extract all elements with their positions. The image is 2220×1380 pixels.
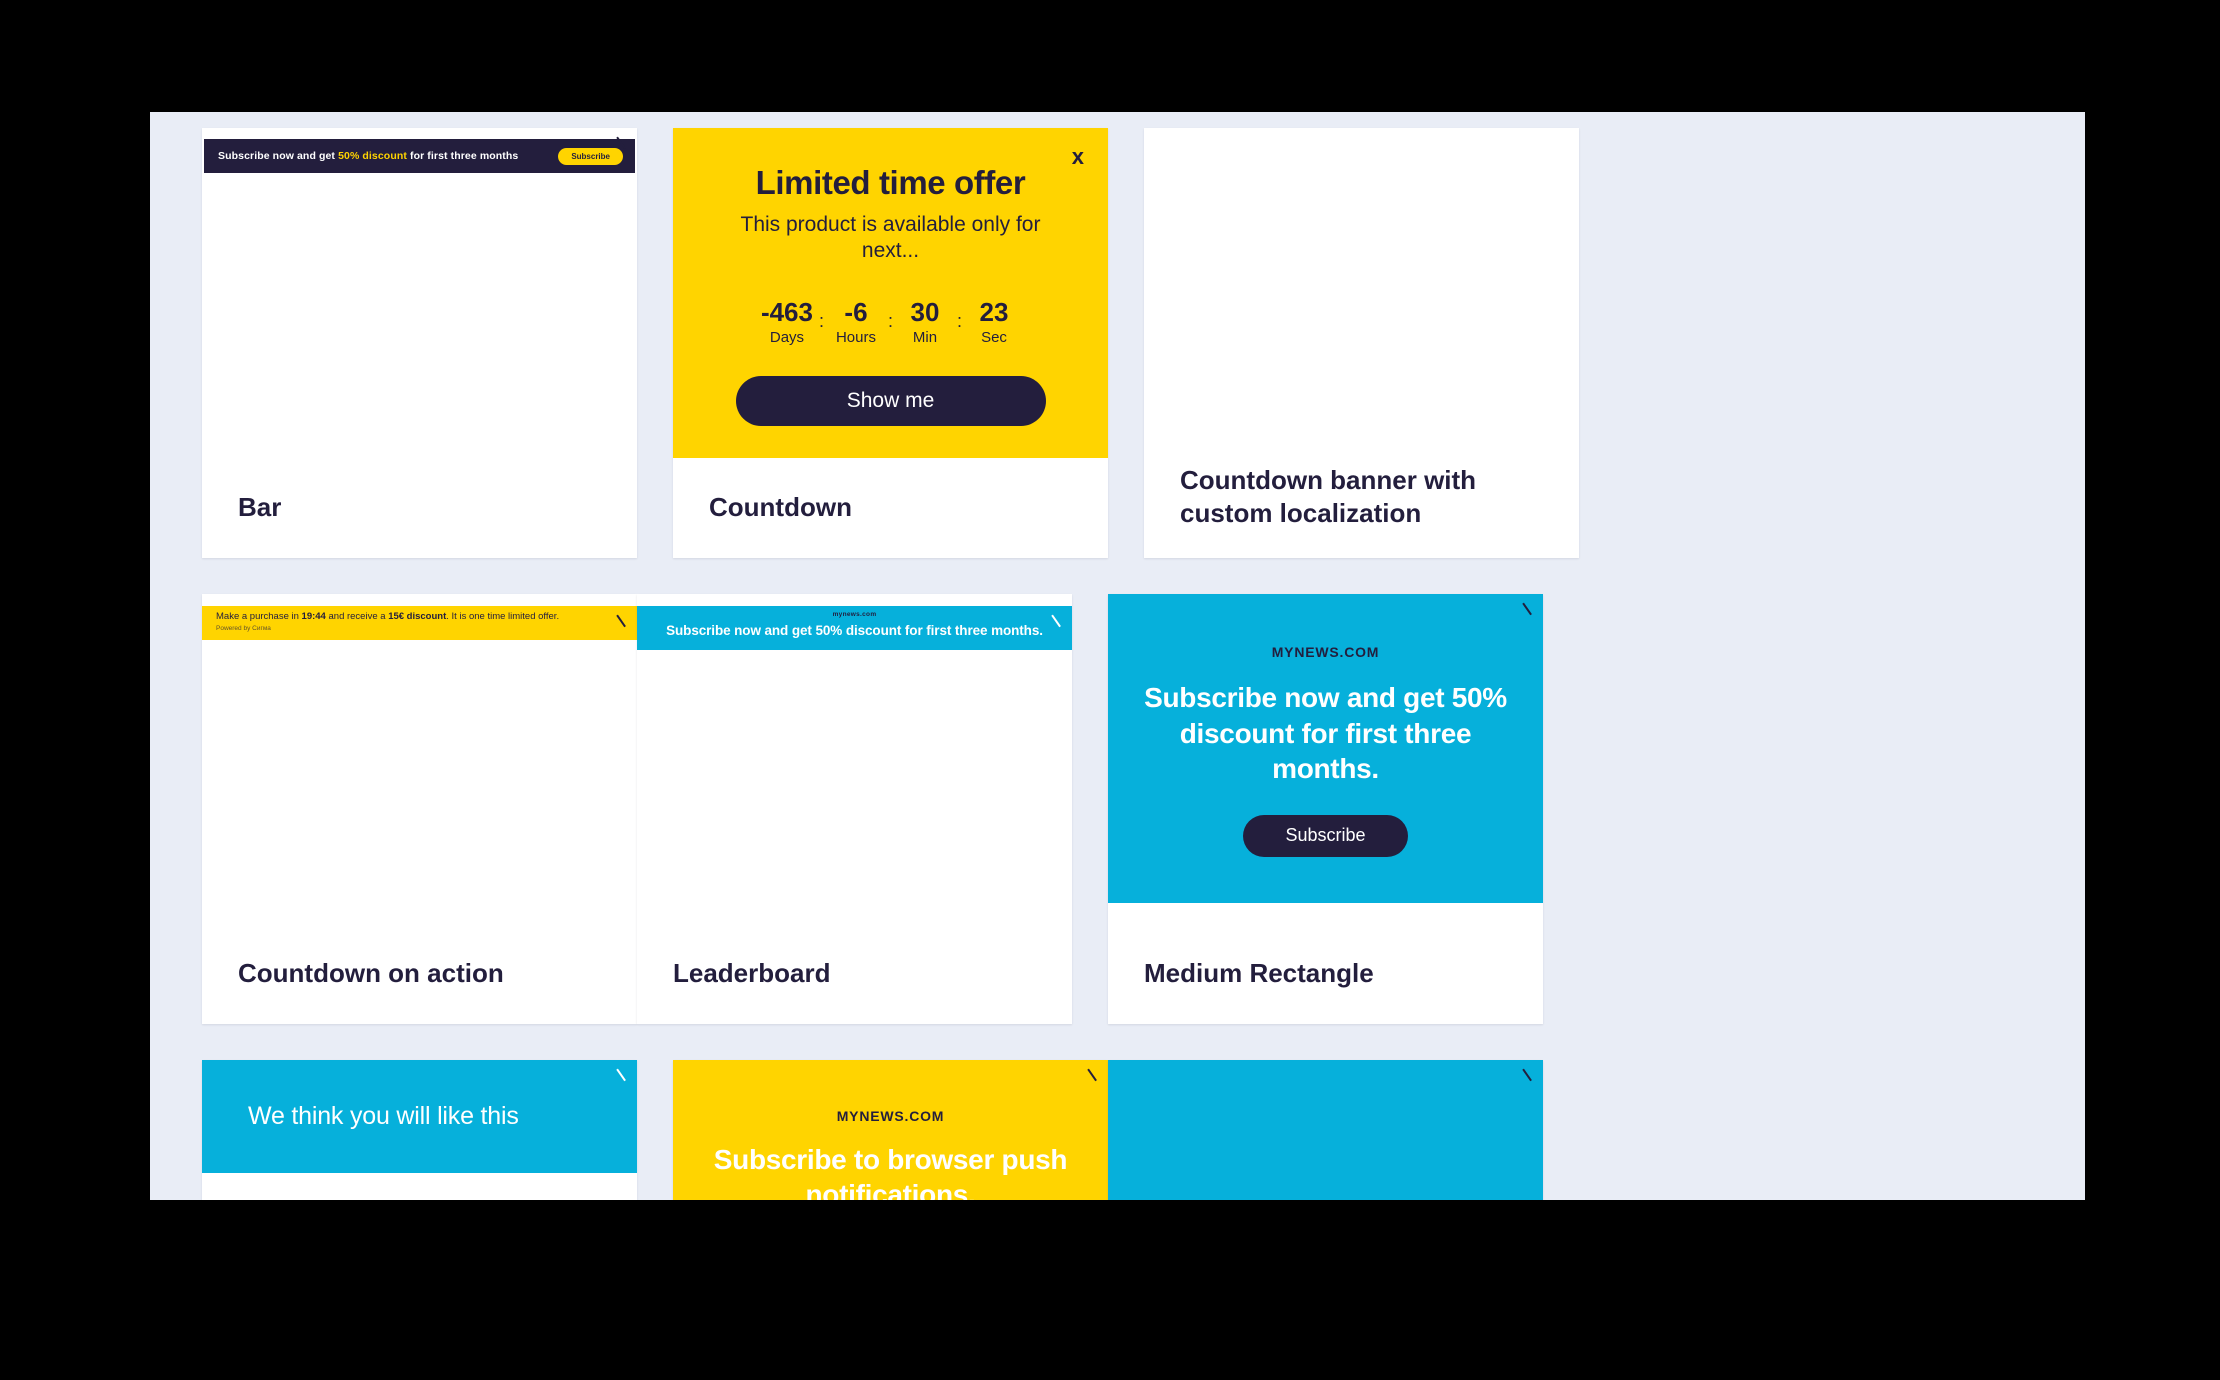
timer-unit-sec: 23 Sec bbox=[966, 297, 1022, 346]
action-strip[interactable]: Make a purchase in 19:44 and receive a 1… bbox=[202, 606, 637, 640]
card-title-countdown: Countdown bbox=[709, 492, 852, 523]
notification-panel[interactable]: We think you will like this bbox=[202, 1060, 637, 1173]
push-subscribe-headline: Subscribe to browser push notifications. bbox=[713, 1144, 1068, 1200]
push-subscribe-preview: MYNEWS.COM Subscribe to browser push not… bbox=[673, 1060, 1108, 1200]
partial-cyan-panel bbox=[1108, 1060, 1543, 1200]
timer-value-min: 30 bbox=[910, 297, 940, 328]
widget-card-notification[interactable]: We think you will like this Notification bbox=[202, 1060, 637, 1200]
app-canvas: Subscribe now and get 50% discount for f… bbox=[150, 112, 2085, 1200]
bar-strip-text: Subscribe now and get 50% discount for f… bbox=[218, 150, 519, 162]
card-title-countdown-on-action: Countdown on action bbox=[238, 958, 504, 989]
bar-preview: Subscribe now and get 50% discount for f… bbox=[202, 128, 637, 458]
notification-text: We think you will like this bbox=[248, 1102, 519, 1130]
medium-rectangle-headline: Subscribe now and get 50% discount for f… bbox=[1144, 682, 1507, 785]
action-strip-discount: 15€ discount bbox=[388, 611, 447, 622]
timer-value-sec: 23 bbox=[979, 297, 1009, 328]
close-icon[interactable]: x bbox=[1072, 146, 1084, 168]
resize-handle-icon[interactable] bbox=[1517, 600, 1535, 618]
medium-rectangle-panel: MYNEWS.COM Subscribe now and get 50% dis… bbox=[1108, 594, 1543, 903]
widget-card-countdown[interactable]: x Limited time offer This product is ava… bbox=[673, 128, 1108, 558]
widget-gallery-grid: Subscribe now and get 50% discount for f… bbox=[202, 128, 2040, 1200]
countdown-subtitle: This product is available only for next.… bbox=[740, 213, 1041, 262]
bar-subscribe-button[interactable]: Subscribe bbox=[558, 147, 623, 165]
widget-card-partial-cyan[interactable] bbox=[1108, 1060, 1543, 1200]
medium-rectangle-preview: MYNEWS.COM Subscribe now and get 50% dis… bbox=[1108, 594, 1543, 924]
timer-separator: : bbox=[957, 311, 963, 332]
leaderboard-preview: mynews.com Subscribe now and get 50% dis… bbox=[637, 594, 1072, 924]
action-strip-powered-by: Powered by Сигма bbox=[216, 624, 271, 632]
screen: Subscribe now and get 50% discount for f… bbox=[0, 0, 2220, 1380]
timer-label-hours: Hours bbox=[835, 328, 876, 346]
countdown-on-action-preview: Make a purchase in 19:44 and receive a 1… bbox=[202, 594, 637, 924]
timer-label-min: Min bbox=[912, 328, 938, 346]
leaderboard-strip[interactable]: mynews.com Subscribe now and get 50% dis… bbox=[637, 606, 1072, 650]
card-title-leaderboard: Leaderboard bbox=[673, 958, 831, 989]
card-title-countdown-banner: Countdown banner with custom localizatio… bbox=[1180, 465, 1477, 529]
countdown-title: Limited time offer bbox=[755, 164, 1026, 201]
timer-label-days: Days bbox=[769, 328, 805, 346]
subscribe-button[interactable]: Subscribe bbox=[1243, 814, 1408, 857]
push-subscribe-panel: MYNEWS.COM Subscribe to browser push not… bbox=[673, 1060, 1108, 1200]
countdown-preview: x Limited time offer This product is ava… bbox=[673, 128, 1108, 458]
widget-card-bar[interactable]: Subscribe now and get 50% discount for f… bbox=[202, 128, 637, 558]
show-me-button[interactable]: Show me bbox=[735, 375, 1046, 426]
resize-handle-icon[interactable] bbox=[611, 1066, 629, 1084]
timer-unit-hours: -6 Hours bbox=[828, 297, 884, 346]
medium-rectangle-site-label: MYNEWS.COM bbox=[1271, 644, 1380, 660]
timer-label-sec: Sec bbox=[981, 328, 1007, 346]
timer-separator: : bbox=[818, 311, 824, 332]
action-strip-time: 19:44 bbox=[301, 611, 326, 622]
countdown-banner-preview bbox=[1144, 128, 1579, 458]
countdown-timer: -463 Days : -6 Hours : 30 Min: 23 Sec bbox=[703, 297, 1078, 346]
timer-value-hours: -6 bbox=[844, 297, 868, 328]
timer-separator: : bbox=[887, 311, 893, 332]
countdown-popup: x Limited time offer This product is ava… bbox=[673, 128, 1108, 458]
leaderboard-site-label: mynews.com bbox=[832, 611, 877, 618]
card-title-bar: Bar bbox=[238, 492, 282, 523]
action-strip-text: Make a purchase in 19:44 and receive a 1… bbox=[216, 611, 560, 622]
bar-highlight: 50% discount bbox=[338, 150, 407, 162]
partial-cyan-preview bbox=[1108, 1060, 1543, 1200]
resize-handle-icon[interactable] bbox=[1082, 1066, 1100, 1084]
push-subscribe-site-label: MYNEWS.COM bbox=[836, 1108, 945, 1124]
card-title-medium-rectangle: Medium Rectangle bbox=[1144, 958, 1374, 989]
timer-unit-min: 30 Min bbox=[897, 297, 953, 346]
widget-card-medium-rectangle[interactable]: MYNEWS.COM Subscribe now and get 50% dis… bbox=[1108, 594, 1543, 1024]
bar-strip[interactable]: Subscribe now and get 50% discount for f… bbox=[204, 139, 635, 173]
leaderboard-headline: Subscribe now and get 50% discount for f… bbox=[666, 623, 1043, 638]
widget-card-leaderboard[interactable]: mynews.com Subscribe now and get 50% dis… bbox=[637, 594, 1072, 1024]
timer-value-days: -463 bbox=[760, 297, 813, 328]
widget-card-countdown-on-action[interactable]: Make a purchase in 19:44 and receive a 1… bbox=[202, 594, 637, 1024]
widget-card-countdown-banner-custom-localization[interactable]: Countdown banner with custom localizatio… bbox=[1144, 128, 1579, 558]
widget-card-push-subscribe[interactable]: MYNEWS.COM Subscribe to browser push not… bbox=[673, 1060, 1108, 1200]
notification-preview: We think you will like this bbox=[202, 1060, 637, 1200]
timer-unit-days: -463 Days bbox=[759, 297, 815, 346]
